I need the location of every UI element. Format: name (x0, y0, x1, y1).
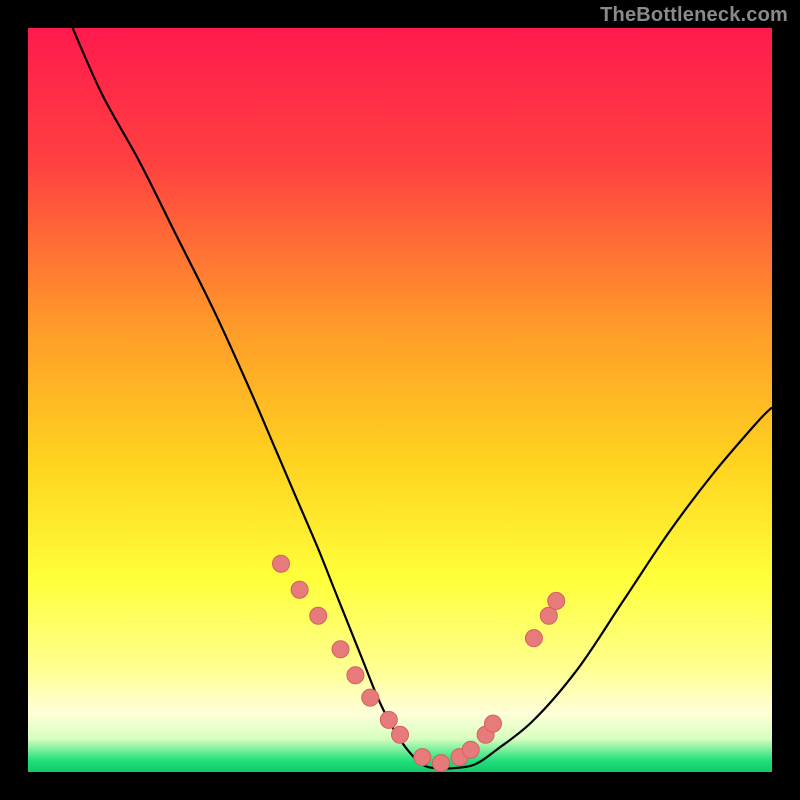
watermark-text: TheBottleneck.com (600, 4, 788, 27)
plot-area (28, 28, 772, 772)
background-gradient (28, 28, 772, 772)
chart-frame: TheBottleneck.com (0, 0, 800, 800)
